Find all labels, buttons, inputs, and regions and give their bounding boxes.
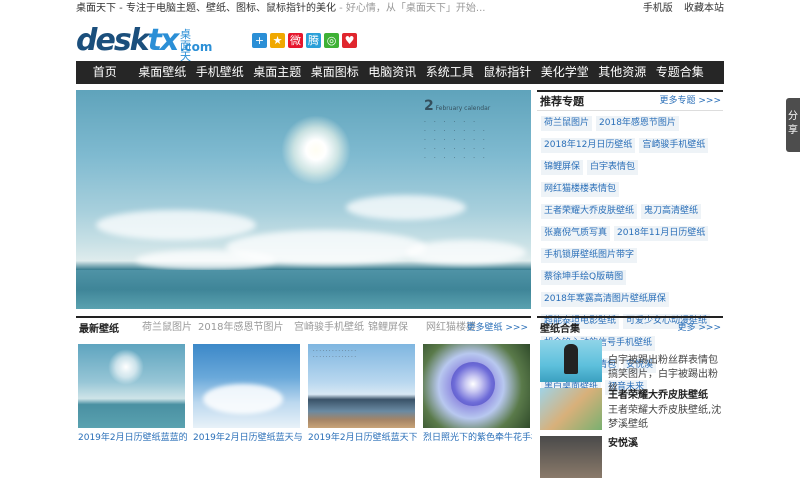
topic-tag[interactable]: 网红猫楼楼表情包 [541, 182, 620, 197]
wallpaper-set-item[interactable]: 安悦溪 [540, 436, 723, 480]
nav-item[interactable]: 桌面图标 [306, 61, 364, 84]
logo-desk-text: desk [76, 23, 150, 58]
welcome-marquee: - 好心情，从「桌面天下」开始... [335, 3, 486, 14]
wallpaper-set-item[interactable]: 王者荣耀大乔皮肤壁纸 王者荣耀大乔皮肤壁纸,沈梦溪壁纸 [540, 388, 723, 432]
site-slogan: 桌面天下 - 专注于电脑主题、壁纸、图标、鼠标指针的美化 [76, 3, 336, 14]
set-thumbnail[interactable] [540, 436, 602, 478]
wallpaper-thumbnail[interactable] [78, 344, 185, 428]
topic-tag[interactable]: 荷兰鼠图片 [541, 116, 593, 131]
wallpaper-thumbnail[interactable] [193, 344, 300, 428]
set-title[interactable]: 安悦溪 [608, 438, 638, 450]
main-nav: 首页 桌面壁纸 手机壁纸 桌面主题 桌面图标 电脑资讯 系统工具 鼠标指针 美化学堂 其他资源 专题… [76, 61, 724, 84]
banner-calendar: 2 February calendar · · · · · · · · · · ·… [424, 98, 524, 163]
heart-icon[interactable]: ♥ [342, 33, 357, 48]
nav-item[interactable]: 系统工具 [421, 61, 479, 84]
topic-tag[interactable]: 王者荣耀大乔皮肤壁纸 [541, 204, 638, 219]
top-bar: 桌面天下 - 专注于电脑主题、壁纸、图标、鼠标指针的美化 - 好心情，从「桌面天… [76, 0, 724, 18]
tencent-weibo-icon[interactable]: 腾 [306, 33, 321, 48]
nav-item[interactable]: 手机壁纸 [191, 61, 249, 84]
logo-tx-text: tx [147, 23, 180, 58]
latest-category-tab[interactable]: 锦鲤屏保 [368, 318, 408, 338]
wallpaper-caption[interactable]: 2019年2月日历壁纸蓝天与白云 [193, 430, 302, 443]
calendar-label: February calendar [435, 105, 491, 112]
more-topics-link[interactable]: 更多专题 >>> [660, 92, 721, 110]
set-thumbnail[interactable] [540, 340, 602, 382]
calendar-month: 2 [424, 98, 434, 114]
banner-image[interactable]: 2 February calendar · · · · · · · · · · ·… [76, 90, 531, 309]
topic-tag[interactable]: 2018年11月日历壁纸 [614, 226, 709, 241]
latest-category-tab[interactable]: 2018年感恩节图片 [198, 318, 283, 338]
latest-title: 最新壁纸 [79, 324, 119, 335]
wallpaper-caption[interactable]: 2019年2月日历壁纸蓝蓝的大海 [78, 430, 187, 443]
share-icons: + ★ 微腾 ◎ ♥ [252, 33, 360, 49]
nav-item[interactable]: 桌面主题 [249, 61, 307, 84]
nav-item[interactable]: 专题合集 [651, 61, 709, 84]
recommended-topics-panel: 推荐专题 更多专题 >>> 荷兰鼠图片 2018年感恩节图片 2018年12月日历壁… [537, 90, 723, 395]
topic-tag[interactable]: 2018年寒露高清图片壁纸屏保 [541, 292, 669, 307]
recommended-title: 推荐专题 [540, 95, 584, 108]
topic-tag[interactable]: 鬼刀高清壁纸 [641, 204, 702, 219]
share-side-tab[interactable]: 分 享 [786, 98, 800, 152]
set-thumbnail[interactable] [540, 388, 602, 430]
topic-tag[interactable]: 白宇表情包 [587, 160, 639, 175]
sea-area [76, 270, 531, 309]
topic-tag[interactable]: 蔡徐坤手绘Q版萌图 [541, 270, 627, 285]
plus-share-icon[interactable]: + [252, 33, 267, 48]
logo-com-text: .com [180, 40, 213, 54]
share-tab-text: 分 [788, 111, 798, 122]
wallpaper-caption[interactable]: 2019年2月日历壁纸蓝天下巍峨 [308, 430, 417, 443]
more-wallpapers-link[interactable]: 更多壁纸 >>> [467, 318, 528, 338]
sun-icon [281, 115, 351, 185]
topic-tag[interactable]: 2018年12月日历壁纸 [541, 138, 636, 153]
nav-item[interactable]: 桌面壁纸 [134, 61, 192, 84]
latest-category-tab[interactable]: 宫崎骏手机壁纸 [294, 318, 364, 338]
wallpaper-caption[interactable]: 烈日照光下的紫色牵牛花手机壁 [423, 430, 532, 443]
qzone-icon[interactable]: ★ [270, 33, 285, 48]
nav-item[interactable]: 电脑资讯 [364, 61, 422, 84]
mobile-version-link[interactable]: 手机版 [643, 3, 673, 14]
topic-tag[interactable]: 锦鲤屏保 [541, 160, 584, 175]
set-description[interactable]: 王者荣耀大乔皮肤壁纸,沈梦溪壁纸 [608, 404, 723, 432]
sets-title: 壁纸合集 [540, 324, 580, 335]
topic-tag[interactable]: 手机锁屏壁纸图片带字 [541, 248, 638, 263]
topic-tag[interactable]: 张嘉倪气质写真 [541, 226, 611, 241]
nav-item[interactable]: 鼠标指针 [479, 61, 537, 84]
latest-wallpapers-panel: 最新壁纸 荷兰鼠图片 2018年感恩节图片 宫崎骏手机壁纸 锦鲤屏保 网红猫楼楼… [76, 316, 532, 452]
share-tab-text: 享 [788, 125, 798, 136]
wallpaper-thumbnail[interactable]: · · · · · · · · · · · · · · · · · · · · ·… [308, 344, 415, 428]
set-title[interactable]: 王者荣耀大乔皮肤壁纸 [608, 390, 708, 402]
nav-item[interactable]: 首页 [76, 61, 134, 84]
wallpaper-sets-panel: 壁纸合集 更多 >>> 白宇被踢出粉丝群表情包搞笑图片，白宇被踢出粉丝 王者荣耀… [537, 316, 723, 478]
latest-category-tab[interactable]: 荷兰鼠图片 [142, 318, 192, 338]
bookmark-link[interactable]: 收藏本站 [684, 3, 724, 14]
site-logo[interactable]: desktx 桌面天下 .com [76, 23, 212, 74]
topic-tag[interactable]: 2018年感恩节图片 [596, 116, 679, 131]
weibo-icon[interactable]: 微 [288, 33, 303, 48]
wallpaper-thumbnail[interactable] [423, 344, 530, 428]
nav-item[interactable]: 美化学堂 [536, 61, 594, 84]
wallpaper-set-item[interactable]: 白宇被踢出粉丝群表情包搞笑图片，白宇被踢出粉丝 [540, 340, 723, 394]
wechat-icon[interactable]: ◎ [324, 33, 339, 48]
more-sets-link[interactable]: 更多 >>> [678, 318, 721, 338]
topic-tag[interactable]: 宫崎骏手机壁纸 [639, 138, 709, 153]
nav-item[interactable]: 其他资源 [594, 61, 652, 84]
calendar-grid: · · · · · · · · · · · · · · · · · · · · · ·… [424, 119, 488, 162]
